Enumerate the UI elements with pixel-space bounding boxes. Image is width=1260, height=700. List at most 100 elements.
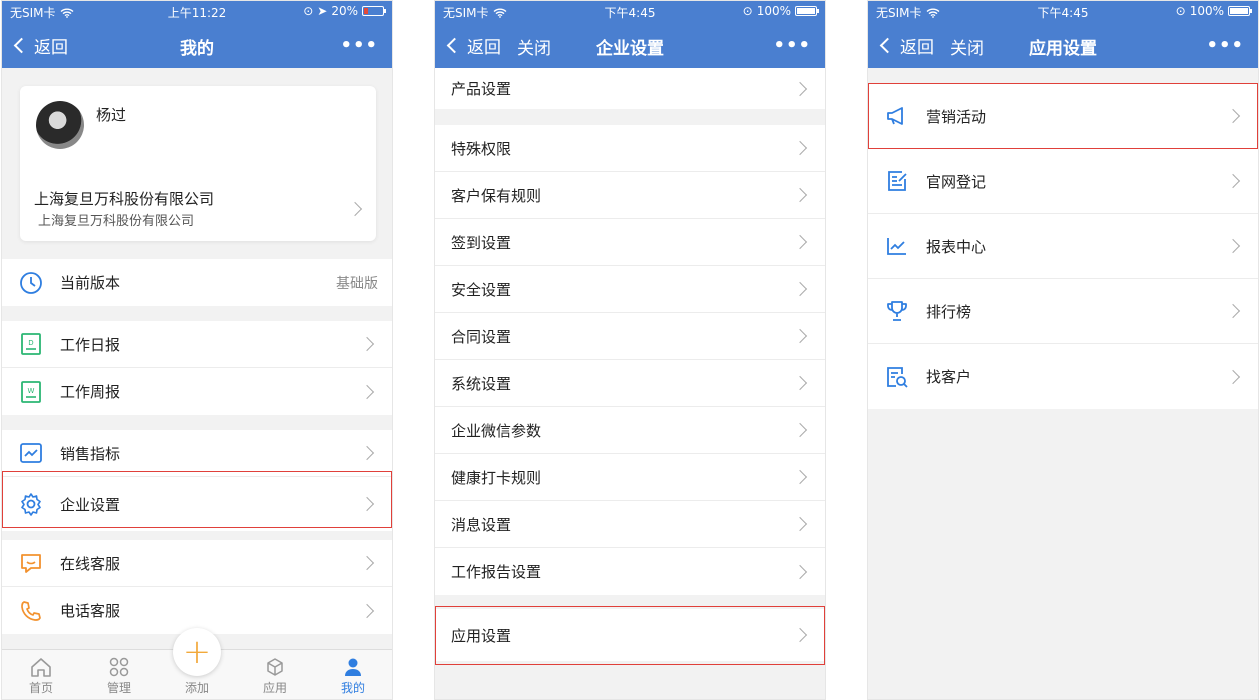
enterprise-settings-label: 企业设置 <box>60 495 121 514</box>
daily-report-row[interactable]: D 工作日报 <box>2 321 392 368</box>
version-label: 当前版本 <box>60 274 121 292</box>
chevron-right-icon <box>792 328 808 344</box>
chevron-right-icon <box>792 375 808 391</box>
list-item-label: 产品设置 <box>451 80 512 98</box>
list-item[interactable]: 签到设置 <box>435 219 825 266</box>
svg-text:D: D <box>28 339 33 347</box>
screen-app-settings: 无SIM卡 下午4:45 ⊙ 100% 返回 关闭 应用设置 ••• 营销活动 … <box>867 0 1259 700</box>
version-row[interactable]: 当前版本 基础版 <box>2 259 392 306</box>
more-button[interactable]: ••• <box>773 35 811 56</box>
tab-manage[interactable]: 管理 <box>80 650 158 699</box>
company-name: 上海复旦万科股份有限公司 <box>34 190 215 208</box>
phone-service-label: 电话客服 <box>60 602 121 620</box>
tab-mine[interactable]: 我的 <box>314 650 392 699</box>
chevron-right-icon <box>1225 238 1241 254</box>
list-item[interactable]: 系统设置 <box>435 360 825 407</box>
lock-rotation-icon: ⊙ <box>742 4 753 18</box>
page-title: 我的 <box>180 39 214 59</box>
chat-icon <box>21 554 41 573</box>
battery-icon <box>1228 6 1252 16</box>
chevron-right-icon <box>792 422 808 438</box>
settings-group: 销售指标 企业设置 <box>2 430 392 531</box>
tab-home[interactable]: 首页 <box>2 650 80 699</box>
list-item-label: 系统设置 <box>451 374 512 393</box>
chevron-right-icon <box>792 140 808 156</box>
report-group: D 工作日报 W 工作周报 <box>2 321 392 415</box>
tab-add[interactable]: + 添加 <box>158 628 236 699</box>
more-button[interactable]: ••• <box>1206 35 1244 56</box>
version-value: 基础版 <box>336 275 378 292</box>
location-icon: ➤ <box>317 4 328 18</box>
marketing-row[interactable]: 营销活动 <box>868 84 1258 149</box>
battery-percent: 100% <box>1189 4 1224 18</box>
chevron-right-icon <box>792 627 808 643</box>
list-item[interactable]: 产品设置 <box>435 68 825 109</box>
chevron-right-icon <box>792 234 808 250</box>
weekly-report-row[interactable]: W 工作周报 <box>2 368 392 415</box>
tab-home-label: 首页 <box>28 681 53 695</box>
cube-icon <box>267 658 283 676</box>
nav-bar: 返回 关闭 应用设置 ••• <box>868 23 1258 68</box>
svg-text:W: W <box>28 387 35 395</box>
home-icon <box>31 658 51 677</box>
grid-icon <box>109 657 129 677</box>
list-item[interactable]: 消息设置 <box>435 501 825 548</box>
online-service-label: 在线客服 <box>60 554 121 573</box>
tab-add-label: 添加 <box>184 681 209 695</box>
chevron-right-icon <box>792 187 808 203</box>
report-center-row[interactable]: 报表中心 <box>868 214 1258 279</box>
chevron-right-icon <box>792 469 808 485</box>
chart-icon <box>20 443 42 463</box>
profile-card[interactable]: 杨过 上海复旦万科股份有限公司 上海复旦万科股份有限公司 <box>20 86 376 241</box>
chevron-right-icon <box>792 564 808 579</box>
phone-service-row[interactable]: 电话客服 <box>2 587 392 634</box>
list-item-label: 签到设置 <box>451 233 512 252</box>
sales-target-row[interactable]: 销售指标 <box>2 430 392 477</box>
list-item[interactable]: 特殊权限 <box>435 125 825 172</box>
app-settings-group: 应用设置 <box>435 609 825 661</box>
daily-report-label: 工作日报 <box>60 335 121 354</box>
chevron-right-icon <box>1225 369 1241 384</box>
chevron-right-icon <box>359 496 375 512</box>
find-customer-row[interactable]: 找客户 <box>868 344 1258 409</box>
chevron-right-icon <box>1225 303 1241 319</box>
battery-percent: 100% <box>756 4 791 18</box>
list-item-label: 消息设置 <box>451 515 512 534</box>
chevron-right-icon <box>1225 173 1241 189</box>
screen-mine: 无SIM卡 上午11:22 ⊙ ➤ 20% 返回 我的 ••• 杨过 上海复旦万… <box>1 0 393 700</box>
list-item[interactable]: 客户保有规则 <box>435 172 825 219</box>
gear-icon <box>21 493 41 516</box>
weekly-report-icon: W <box>21 380 41 403</box>
search-doc-icon <box>887 366 908 388</box>
enterprise-settings-row[interactable]: 企业设置 <box>2 477 392 531</box>
leaderboard-row[interactable]: 排行榜 <box>868 279 1258 344</box>
website-register-label: 官网登记 <box>926 172 987 191</box>
online-service-row[interactable]: 在线客服 <box>2 540 392 587</box>
list-item[interactable]: 企业微信参数 <box>435 407 825 454</box>
app-settings-row[interactable]: 应用设置 <box>435 609 825 661</box>
nav-bar: 返回 我的 ••• <box>2 23 392 68</box>
tab-mine-label: 我的 <box>340 681 365 695</box>
daily-report-icon: D <box>21 333 41 355</box>
chart-icon <box>887 238 906 255</box>
more-button[interactable]: ••• <box>340 35 378 56</box>
product-group: 产品设置 <box>435 68 825 109</box>
report-center-label: 报表中心 <box>926 237 987 256</box>
chevron-right-icon <box>792 281 808 297</box>
tab-apps[interactable]: 应用 <box>236 650 314 699</box>
register-icon <box>888 171 907 191</box>
website-register-row[interactable]: 官网登记 <box>868 149 1258 214</box>
add-button[interactable]: + <box>173 628 221 676</box>
chevron-right-icon <box>792 81 808 96</box>
megaphone-icon <box>887 107 903 125</box>
status-bar: 无SIM卡 上午11:22 ⊙ ➤ 20% <box>2 1 392 23</box>
plus-icon: + <box>182 632 212 672</box>
nav-bar: 返回 关闭 企业设置 ••• <box>435 23 825 68</box>
list-item[interactable]: 合同设置 <box>435 313 825 360</box>
list-item[interactable]: 健康打卡规则 <box>435 454 825 501</box>
leaderboard-label: 排行榜 <box>926 302 972 321</box>
list-item[interactable]: 安全设置 <box>435 266 825 313</box>
list-item[interactable]: 工作报告设置 <box>435 548 825 595</box>
version-group: 当前版本 基础版 <box>2 259 392 306</box>
service-group: 在线客服 电话客服 <box>2 540 392 634</box>
